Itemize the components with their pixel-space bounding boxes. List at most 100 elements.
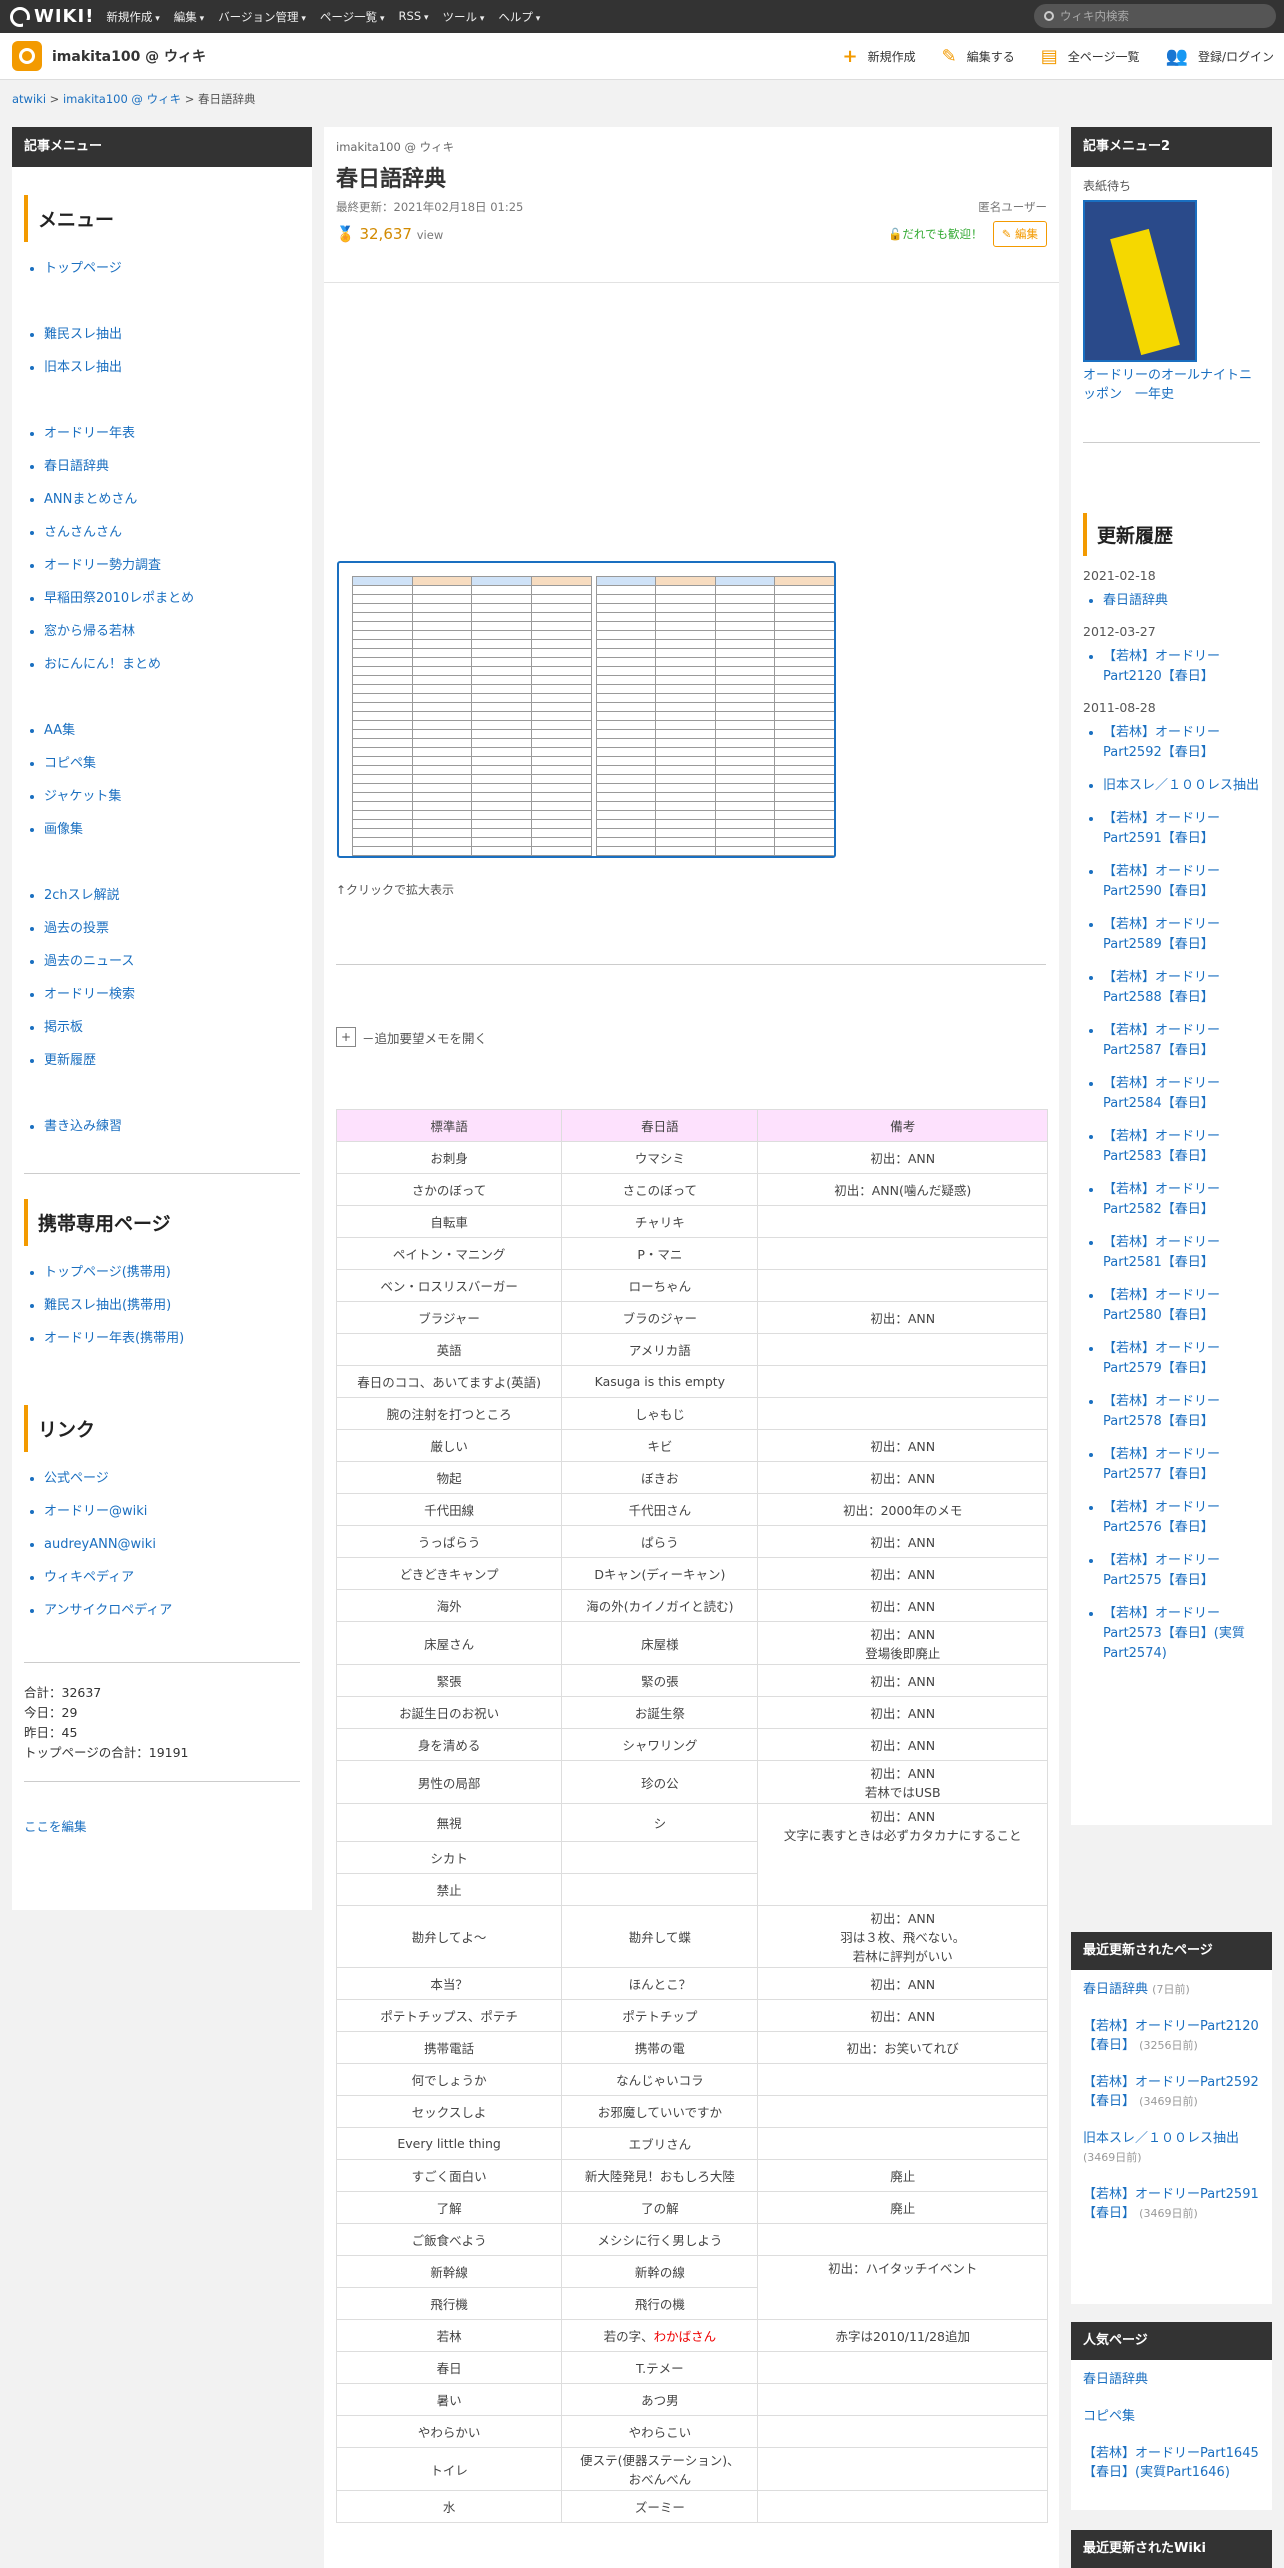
menu-link[interactable]: コピペ集 (44, 756, 96, 771)
external-link[interactable]: オードリー@wiki (44, 1504, 147, 1519)
popular-page-item[interactable]: コピペ集 (1071, 2407, 1272, 2426)
recent-page-link[interactable]: 春日語辞典 (1083, 1982, 1148, 1997)
menu-link[interactable]: 早稲田祭2010レポまとめ (44, 591, 194, 606)
history-link[interactable]: 【若林】オードリーPart2588【春日】 (1103, 970, 1220, 1005)
history-link[interactable]: 【若林】オードリーPart2589【春日】 (1103, 917, 1220, 952)
topnav-item[interactable]: ツール (443, 9, 485, 25)
link-item[interactable]: ウィキペディア (44, 1561, 312, 1594)
history-link[interactable]: 【若林】オードリーPart2579【春日】 (1103, 1341, 1220, 1376)
recent-page-item[interactable]: 春日語辞典 (7日前) (1071, 1980, 1272, 1999)
menu-link[interactable]: 更新履歴 (44, 1053, 96, 1068)
history-item[interactable]: 【若林】オードリーPart2583【春日】 (1103, 1127, 1260, 1167)
menu-link[interactable]: 春日語辞典 (44, 459, 109, 474)
memo-toggle[interactable]: + －追加要望メモを開く (336, 1027, 487, 1047)
menu-item[interactable]: さんさんさん (44, 516, 312, 549)
history-item[interactable]: 【若林】オードリーPart2579【春日】 (1103, 1339, 1260, 1379)
external-link[interactable]: ウィキペディア (44, 1570, 134, 1585)
menu-item[interactable]: 画像集 (44, 813, 312, 846)
history-item[interactable]: 【若林】オードリーPart2580【春日】 (1103, 1286, 1260, 1326)
history-item[interactable]: 【若林】オードリーPart2120【春日】 (1103, 647, 1260, 687)
history-item[interactable]: 【若林】オードリーPart2592【春日】 (1103, 723, 1260, 763)
history-item[interactable]: 【若林】オードリーPart2576【春日】 (1103, 1498, 1260, 1538)
search-input[interactable]: ウィキ内検索 (1034, 4, 1276, 28)
menu-link[interactable]: ジャケット集 (44, 789, 121, 804)
menu-item[interactable]: 過去のニュース (44, 945, 312, 978)
header-action[interactable]: ▤ 全ページ一覧 (1041, 46, 1140, 67)
history-item[interactable]: 旧本スレ／１００レス抽出 (1103, 776, 1260, 796)
menu-link[interactable]: ANNまとめさん (44, 492, 137, 507)
menu-link[interactable]: おにんにん！まとめ (44, 657, 161, 672)
wiki-logo-icon[interactable] (12, 41, 42, 71)
history-link[interactable]: 【若林】オードリーPart2581【春日】 (1103, 1235, 1220, 1270)
menu-item[interactable]: 過去の投票 (44, 912, 312, 945)
mobile-menu-item[interactable]: 難民スレ抽出(携帯用) (44, 1289, 312, 1322)
history-link[interactable]: 【若林】オードリーPart2591【春日】 (1103, 811, 1220, 846)
history-item[interactable]: 【若林】オードリーPart2588【春日】 (1103, 968, 1260, 1008)
history-link[interactable]: 【若林】オードリーPart2578【春日】 (1103, 1394, 1220, 1429)
edit-button[interactable]: ✎ 編集 (992, 221, 1047, 247)
link-item[interactable]: 公式ページ (44, 1462, 312, 1495)
book-title-link[interactable]: オードリーのオールナイトニッポン 一年史 (1083, 366, 1260, 404)
popular-page-item[interactable]: 春日語辞典 (1071, 2370, 1272, 2389)
menu-item[interactable]: 旧本スレ抽出 (44, 351, 312, 384)
history-item[interactable]: 【若林】オードリーPart2582【春日】 (1103, 1180, 1260, 1220)
menu-link[interactable]: 難民スレ抽出(携帯用) (44, 1298, 171, 1313)
wiki-title[interactable]: imakita100 @ ウィキ (52, 46, 206, 66)
menu-item[interactable]: コピペ集 (44, 747, 312, 780)
menu-link[interactable]: 過去のニュース (44, 954, 134, 969)
mobile-menu-item[interactable]: トップページ(携帯用) (44, 1256, 312, 1289)
breadcrumb-wiki[interactable]: imakita100 @ ウィキ (63, 92, 181, 106)
menu-link[interactable]: 掲示板 (44, 1020, 83, 1035)
link-item[interactable]: オードリー@wiki (44, 1495, 312, 1528)
breadcrumb-atwiki[interactable]: atwiki (12, 92, 46, 106)
topnav-item[interactable]: バージョン管理 (218, 9, 306, 25)
history-link[interactable]: 【若林】オードリーPart2573【春日】(実質Part2574) (1103, 1606, 1245, 1661)
history-item[interactable]: 【若林】オードリーPart2578【春日】 (1103, 1392, 1260, 1432)
menu-item[interactable]: 書き込み練習 (44, 1110, 312, 1143)
external-link[interactable]: audreyANN@wiki (44, 1537, 156, 1552)
history-link[interactable]: 【若林】オードリーPart2584【春日】 (1103, 1076, 1220, 1111)
link-item[interactable]: audreyANN@wiki (44, 1528, 312, 1561)
menu-item[interactable]: ANNまとめさん (44, 483, 312, 516)
edit-menu-link[interactable]: ここを編集 (24, 1819, 87, 1834)
topnav-item[interactable]: ヘルプ (498, 9, 540, 25)
menu-link[interactable]: 書き込み練習 (44, 1119, 122, 1134)
menu-link[interactable]: オードリー年表 (44, 426, 135, 441)
history-link[interactable]: 【若林】オードリーPart2580【春日】 (1103, 1288, 1220, 1323)
popular-page-item[interactable]: 【若林】オードリーPart1645【春日】(実質Part1646) (1071, 2444, 1272, 2482)
history-link[interactable]: 【若林】オードリーPart2590【春日】 (1103, 864, 1220, 899)
recent-page-item[interactable]: 【若林】オードリーPart2120【春日】 (3256日前) (1071, 2017, 1272, 2055)
recent-page-link[interactable]: 旧本スレ／１００レス抽出 (1083, 2131, 1239, 2146)
history-link[interactable]: 【若林】オードリーPart2577【春日】 (1103, 1447, 1220, 1482)
link-item[interactable]: アンサイクロペディア (44, 1594, 312, 1627)
atwiki-logo[interactable]: WIKI! (10, 6, 94, 27)
history-item[interactable]: 【若林】オードリーPart2589【春日】 (1103, 915, 1260, 955)
history-link[interactable]: 【若林】オードリーPart2592【春日】 (1103, 725, 1220, 760)
menu-link[interactable]: 2chスレ解説 (44, 888, 120, 903)
mobile-menu-item[interactable]: オードリー年表(携帯用) (44, 1322, 312, 1355)
topnav-item[interactable]: RSS (399, 9, 429, 25)
menu-link[interactable]: オードリー勢力調査 (44, 558, 161, 573)
menu-item[interactable]: 早稲田祭2010レポまとめ (44, 582, 312, 615)
menu-link[interactable]: 過去の投票 (44, 921, 109, 936)
menu-link[interactable]: オードリー検索 (44, 987, 135, 1002)
menu-item[interactable]: トップページ (44, 252, 312, 285)
recent-page-item[interactable]: 【若林】オードリーPart2592【春日】 (3469日前) (1071, 2073, 1272, 2111)
menu-item[interactable]: おにんにん！まとめ (44, 648, 312, 681)
dictionary-image-thumbnail[interactable] (337, 561, 836, 858)
menu-link[interactable]: 難民スレ抽出 (44, 327, 122, 342)
history-item[interactable]: 【若林】オードリーPart2584【春日】 (1103, 1074, 1260, 1114)
menu-link[interactable]: 旧本スレ抽出 (44, 360, 122, 375)
external-link[interactable]: 公式ページ (44, 1471, 109, 1486)
history-item[interactable]: 【若林】オードリーPart2587【春日】 (1103, 1021, 1260, 1061)
history-link[interactable]: 【若林】オードリーPart2120【春日】 (1103, 649, 1220, 684)
topnav-item[interactable]: 新規作成 (106, 9, 159, 25)
history-item[interactable]: 【若林】オードリーPart2575【春日】 (1103, 1551, 1260, 1591)
menu-item[interactable]: オードリー勢力調査 (44, 549, 312, 582)
history-item[interactable]: 【若林】オードリーPart2590【春日】 (1103, 862, 1260, 902)
history-link[interactable]: 【若林】オードリーPart2587【春日】 (1103, 1023, 1220, 1058)
menu-link[interactable]: AA集 (44, 723, 75, 738)
menu-link[interactable]: トップページ (44, 261, 122, 276)
history-link[interactable]: 【若林】オードリーPart2576【春日】 (1103, 1500, 1220, 1535)
topnav-item[interactable]: ページ一覧 (320, 9, 385, 25)
